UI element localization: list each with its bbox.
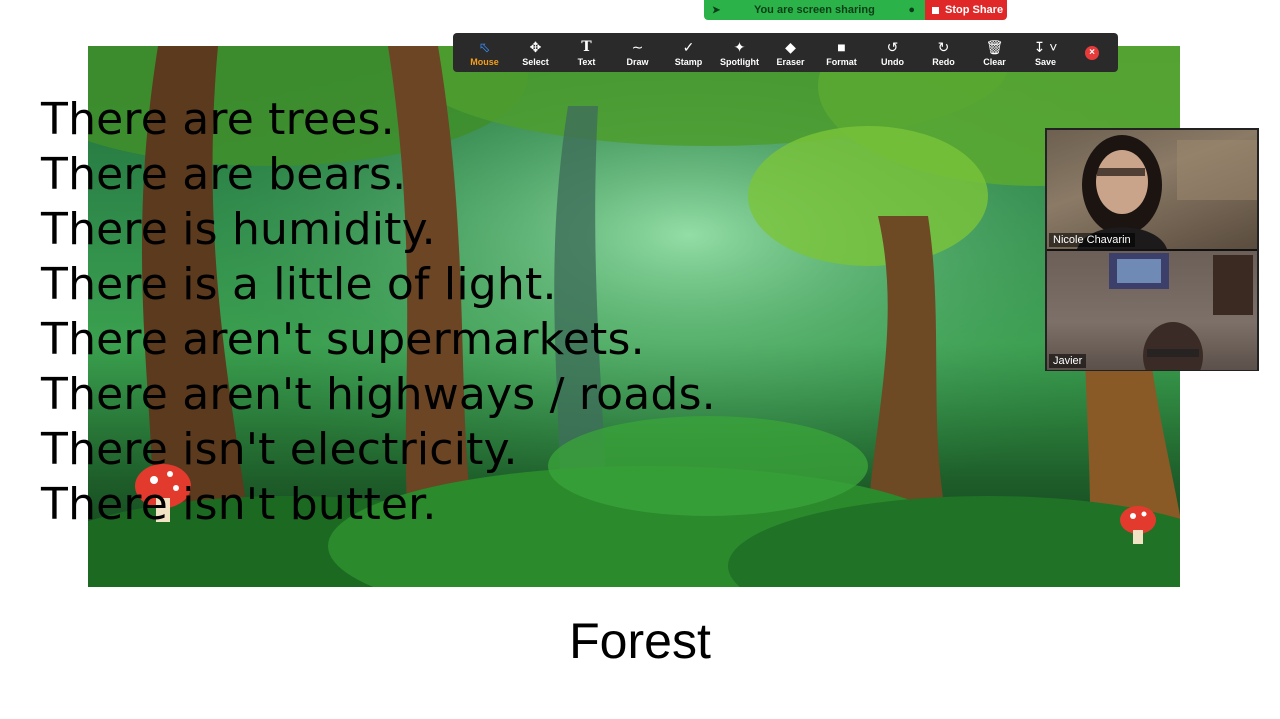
trash-icon: 🗑 [985,39,1004,55]
screen: There are trees. There are bears. There … [0,0,1280,719]
redo-icon: ↻ [937,39,950,55]
annotation-toolbar: ⬁ Mouse ✥ Select T Text ∼ Draw ✓ Stamp ✦… [453,33,1118,72]
sentence-line: There isn't butter. [41,479,437,530]
tool-label: Draw [626,57,649,67]
participant-name: Javier [1049,354,1087,368]
pin-icon[interactable]: ➤ [712,5,720,16]
download-icon: ↧ ˅ [1033,39,1058,55]
undo-icon: ↺ [886,39,899,55]
tool-label: Eraser [776,57,805,67]
tool-label: Save [1034,57,1057,67]
format-square-icon: ■ [837,39,846,55]
eraser-icon: ◆ [785,39,796,55]
sharing-message: You are screen sharing [753,4,875,16]
tool-label: Spotlight [720,57,759,67]
tool-label: Select [522,57,549,67]
tool-spotlight[interactable]: ✦ Spotlight [714,33,765,72]
tool-eraser[interactable]: ◆ Eraser [765,33,816,72]
sentence-line: There aren't supermarkets. [41,314,645,365]
tool-select[interactable]: ✥ Select [510,33,561,72]
sharing-status[interactable]: ➤ You are screen sharing ● [704,0,925,20]
tool-label: Format [826,57,857,67]
tool-undo[interactable]: ↺ Undo [867,33,918,72]
participant-video[interactable]: Nicole Chavarin [1047,130,1257,249]
check-stamp-icon: ✓ [682,39,695,55]
draw-wave-icon: ∼ [631,39,644,55]
slide-sentences: There are trees. There are bears. There … [41,92,801,532]
screen-share-banner: ➤ You are screen sharing ● Stop Share [704,0,1007,20]
video-panel[interactable]: Nicole Chavarin Javier [1045,128,1259,371]
participant-video[interactable]: Javier [1047,251,1257,370]
mouse-pointer-icon: ⬁ [478,39,491,55]
text-icon: T [581,39,592,55]
tool-label: Redo [932,57,955,67]
tool-label: Clear [983,57,1006,67]
tool-label: Mouse [470,57,499,67]
participant-avatar [1109,253,1253,370]
tool-stamp[interactable]: ✓ Stamp [663,33,714,72]
sentence-line: There are bears. [41,149,407,200]
shield-icon: ● [908,4,915,16]
sentence-line: There isn't electricity. [41,424,518,475]
tool-redo[interactable]: ↻ Redo [918,33,969,72]
participant-avatar [1077,135,1257,249]
tool-format[interactable]: ■ Format [816,33,867,72]
stop-share-button[interactable]: Stop Share [925,0,1007,20]
sentence-line: There are trees. [41,94,395,145]
tool-save[interactable]: ↧ ˅ Save [1020,33,1071,72]
close-toolbar-icon[interactable]: × [1085,45,1099,60]
move-icon: ✥ [529,39,542,55]
tool-draw[interactable]: ∼ Draw [612,33,663,72]
spotlight-wand-icon: ✦ [733,39,746,55]
tool-clear[interactable]: 🗑 Clear [969,33,1020,72]
slide-title: Forest [569,613,711,669]
participant-name: Nicole Chavarin [1049,233,1135,247]
tool-mouse[interactable]: ⬁ Mouse [459,33,510,72]
tool-label: Undo [881,57,904,67]
tool-label: Stamp [674,57,703,67]
tool-text[interactable]: T Text [561,33,612,72]
tool-label: Text [577,57,596,67]
sentence-line: There is humidity. [41,204,436,255]
sentence-line: There aren't highways / roads. [41,369,716,420]
stop-square-icon [932,6,939,14]
stop-share-label: Stop Share [945,4,1004,16]
sentence-line: There is a little of light. [41,259,557,310]
